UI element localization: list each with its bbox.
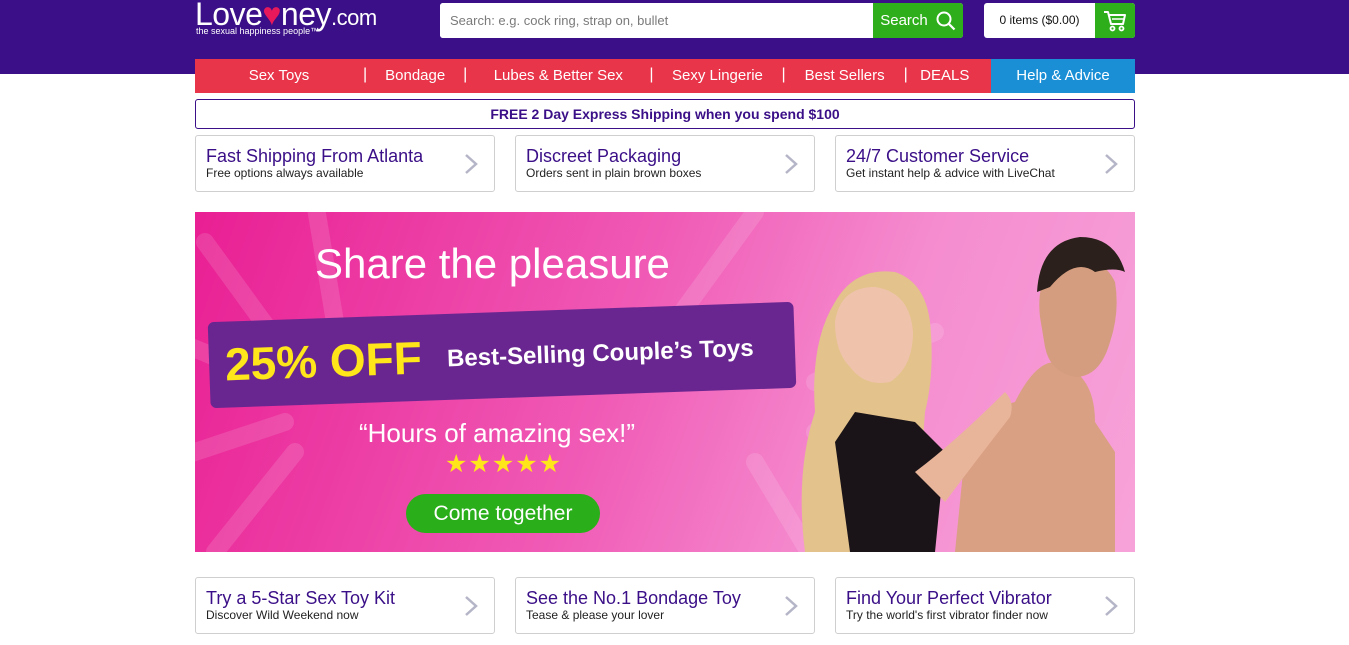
nav-item-lingerie[interactable]: Sexy Lingerie [653, 59, 781, 93]
main-nav: Sex Toys | Bondage | Lubes & Better Sex … [195, 59, 1135, 93]
cart-button[interactable] [1095, 3, 1135, 38]
feature-title: Find Your Perfect Vibrator [846, 588, 1052, 608]
nav-item-bondage[interactable]: Bondage [367, 59, 463, 93]
chevron-right-icon [1105, 154, 1118, 174]
search-icon [936, 11, 956, 30]
promo-discount: 25% OFF [224, 331, 423, 391]
feature-subtitle: Get instant help & advice with LiveChat [846, 166, 1055, 180]
feature-title: Try a 5-Star Sex Toy Kit [206, 588, 396, 608]
nav-item-best-sellers[interactable]: Best Sellers [786, 59, 904, 93]
chevron-right-icon [465, 154, 478, 174]
chevron-right-icon [785, 596, 798, 616]
feature-subtitle: Discover Wild Weekend now [206, 608, 359, 622]
feature-card-customer-service[interactable]: 24/7 Customer Service Get instant help &… [835, 135, 1135, 192]
feature-card-sex-toy-kit[interactable]: Try a 5-Star Sex Toy Kit Discover Wild W… [195, 577, 495, 634]
feature-subtitle: Orders sent in plain brown boxes [526, 166, 702, 180]
feature-title: Fast Shipping From Atlanta [206, 146, 424, 166]
chevron-right-icon [465, 596, 478, 616]
search-input[interactable] [440, 3, 873, 38]
feature-card-packaging[interactable]: Discreet Packaging Orders sent in plain … [515, 135, 815, 192]
feature-title: Discreet Packaging [526, 146, 682, 166]
review-quote: “Hours of amazing sex!” [359, 418, 635, 448]
cart-summary: 0 items ($0.00) [999, 13, 1080, 27]
cart[interactable]: 0 items ($0.00) [984, 3, 1135, 38]
nav-item-sex-toys[interactable]: Sex Toys [195, 59, 363, 93]
rating-stars: ★★★★★ [445, 450, 563, 478]
shipping-banner[interactable]: FREE 2 Day Express Shipping when you spe… [195, 99, 1135, 129]
search-button[interactable]: Search [873, 3, 963, 38]
feature-card-vibrator-finder[interactable]: Find Your Perfect Vibrator Try the world… [835, 577, 1135, 634]
feature-subtitle: Try the world's first vibrator finder no… [846, 608, 1048, 622]
logo-tagline: the sexual happiness people™ [196, 26, 320, 36]
feature-title: See the No.1 Bondage Toy [526, 588, 741, 608]
feature-title: 24/7 Customer Service [846, 146, 1030, 166]
feature-card-bondage-toy[interactable]: See the No.1 Bondage Toy Tease & please … [515, 577, 815, 634]
chevron-right-icon [1105, 596, 1118, 616]
nav-item-deals[interactable]: DEALS [908, 59, 982, 93]
nav-item-lubes[interactable]: Lubes & Better Sex [467, 59, 649, 93]
feature-card-shipping[interactable]: Fast Shipping From Atlanta Free options … [195, 135, 495, 192]
feature-subtitle: Tease & please your lover [526, 608, 665, 622]
site-logo[interactable]: Love♥ney.com the sexual happiness people… [195, 0, 425, 40]
search-button-label: Search [880, 12, 928, 29]
hero-banner[interactable]: Share the pleasure 25% OFF Best-Selling … [195, 212, 1135, 552]
cart-icon [1104, 10, 1126, 31]
search-bar: Search [440, 3, 963, 38]
feature-subtitle: Free options always available [206, 166, 364, 180]
chevron-right-icon [785, 154, 798, 174]
come-together-button[interactable]: Come together [406, 494, 600, 533]
banner-headline: Share the pleasure [315, 240, 670, 287]
nav-item-help-advice[interactable]: Help & Advice [991, 59, 1135, 93]
couple-photo [801, 237, 1125, 552]
